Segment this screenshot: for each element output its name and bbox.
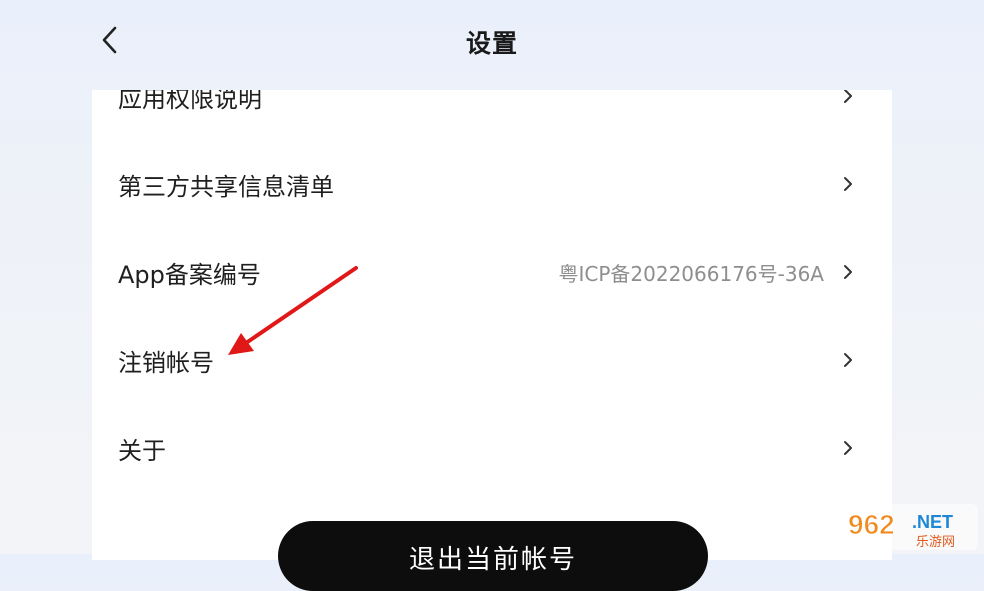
settings-list: 应用权限说明 第三方共享信息清单 App备案编号 粤ICP备2022066176… xyxy=(92,90,892,560)
settings-item-app-permissions[interactable]: 应用权限说明 xyxy=(92,90,892,140)
watermark-subtitle: 乐游网 xyxy=(916,535,955,550)
settings-item-about[interactable]: 关于 xyxy=(92,404,892,492)
chevron-right-icon xyxy=(840,176,856,192)
settings-item-delete-account[interactable]: 注销帐号 xyxy=(92,316,892,404)
watermark-domain: .NET xyxy=(912,512,953,532)
settings-item-label: 注销帐号 xyxy=(118,348,214,377)
logout-button[interactable]: 退出当前帐号 xyxy=(278,521,708,591)
settings-item-label: 应用权限说明 xyxy=(118,90,262,113)
logout-button-label: 退出当前帐号 xyxy=(408,545,577,575)
settings-item-third-party-list[interactable]: 第三方共享信息清单 xyxy=(92,140,892,228)
watermark-brand: 962 xyxy=(848,509,895,540)
chevron-right-icon xyxy=(840,90,856,104)
settings-item-label: 关于 xyxy=(118,436,166,465)
settings-item-app-filing-number[interactable]: App备案编号 粤ICP备2022066176号-36A xyxy=(92,228,892,316)
chevron-right-icon xyxy=(840,352,856,368)
chevron-right-icon xyxy=(840,264,856,280)
settings-item-label: App备案编号 xyxy=(118,260,261,289)
settings-item-label: 第三方共享信息清单 xyxy=(118,172,334,201)
watermark-logo: 962 .NET 乐游网 xyxy=(844,504,978,550)
top-bar: 设置 xyxy=(0,0,984,90)
chevron-right-icon xyxy=(840,440,856,456)
settings-item-value: 粤ICP备2022066176号-36A xyxy=(558,261,824,286)
page-title: 设置 xyxy=(465,29,518,58)
